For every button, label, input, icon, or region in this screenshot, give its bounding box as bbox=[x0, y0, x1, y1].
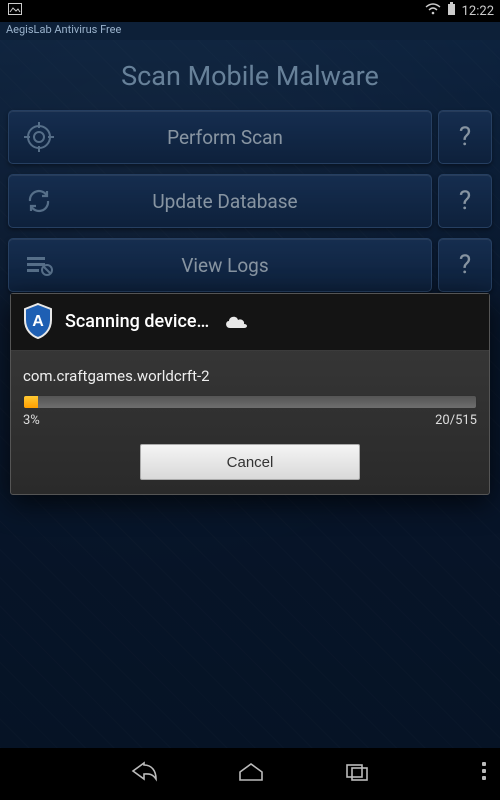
status-time: 12:22 bbox=[462, 4, 494, 19]
overflow-menu-icon[interactable] bbox=[482, 762, 486, 780]
dialog-header: A Scanning device… bbox=[11, 294, 489, 351]
current-package-text: com.craftgames.worldcrft-2 bbox=[23, 367, 477, 385]
progress-percent: 3% bbox=[23, 413, 40, 428]
dialog-body: com.craftgames.worldcrft-2 3% 20/515 bbox=[11, 351, 489, 438]
back-icon[interactable] bbox=[130, 761, 158, 787]
svg-text:A: A bbox=[32, 313, 44, 330]
battery-icon bbox=[447, 2, 456, 20]
home-icon[interactable] bbox=[238, 762, 264, 786]
progress-fill bbox=[24, 396, 38, 408]
main-area: Scan Mobile Malware Perform Scan ? Updat… bbox=[0, 40, 500, 748]
cloud-icon bbox=[223, 312, 249, 330]
progress-bar bbox=[23, 395, 477, 409]
android-nav-bar bbox=[0, 748, 500, 800]
cancel-button[interactable]: Cancel bbox=[140, 444, 360, 480]
progress-meta: 3% 20/515 bbox=[23, 413, 477, 428]
picture-icon bbox=[8, 3, 22, 19]
progress-count: 20/515 bbox=[435, 413, 477, 428]
recent-apps-icon[interactable] bbox=[344, 762, 370, 786]
shield-icon: A bbox=[21, 302, 55, 340]
android-status-bar: 12:22 bbox=[0, 0, 500, 22]
app-name-bar: AegisLab Antivirus Free bbox=[0, 22, 500, 40]
dialog-title: Scanning device… bbox=[65, 311, 209, 332]
wifi-icon bbox=[425, 3, 441, 19]
scanning-dialog: A Scanning device… com.craftgames.worldc… bbox=[10, 293, 490, 495]
dialog-footer: Cancel bbox=[11, 438, 489, 494]
